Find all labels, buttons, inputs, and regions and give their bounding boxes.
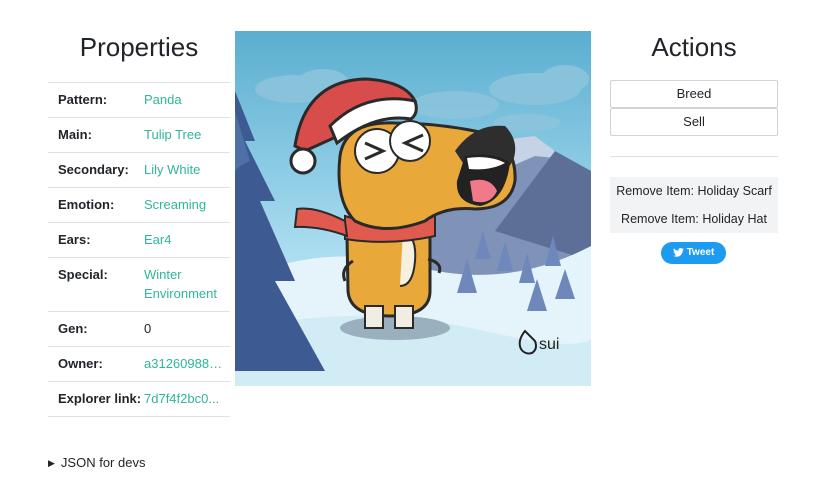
gen-value: 0 <box>144 311 230 347</box>
breed-button[interactable]: Breed <box>610 80 778 108</box>
table-row: Pattern: Panda <box>48 82 230 118</box>
twitter-bird-icon <box>672 248 684 257</box>
disclosure-triangle-icon: ▶ <box>48 458 55 468</box>
remove-holiday-scarf-button[interactable]: Remove Item: Holiday Scarf <box>610 177 778 205</box>
explorer-key: Explorer link: <box>48 381 144 417</box>
capybara-image: sui <box>235 31 591 386</box>
properties-title: Properties <box>79 32 199 62</box>
table-row: Main: Tulip Tree <box>48 117 230 153</box>
json-for-devs-label: JSON for devs <box>60 455 146 470</box>
sui-watermark: sui <box>539 336 559 353</box>
table-row: Gen: 0 <box>48 311 230 347</box>
owner-key: Owner: <box>48 346 144 382</box>
remove-holiday-hat-button[interactable]: Remove Item: Holiday Hat <box>610 205 778 233</box>
table-row: Owner: a312609888... <box>48 346 230 382</box>
explorer-link[interactable]: 7d7f4f2bc0... <box>144 389 224 408</box>
pattern-key: Pattern: <box>48 82 144 118</box>
special-key: Special: <box>48 257 144 312</box>
main-key: Main: <box>48 117 144 153</box>
main-link[interactable]: Tulip Tree <box>144 117 230 153</box>
properties-panel: Properties Pattern: Panda Main: Tulip Tr… <box>48 28 230 417</box>
emotion-link[interactable]: Screaming <box>144 187 230 223</box>
table-row: Ears: Ear4 <box>48 222 230 258</box>
actions-panel: Actions Breed Sell Remove Item: Holiday … <box>610 28 778 264</box>
emotion-key: Emotion: <box>48 187 144 223</box>
table-row: Emotion: Screaming <box>48 187 230 223</box>
tweet-label: Tweet <box>686 247 715 258</box>
secondary-link[interactable]: Lily White <box>144 152 230 188</box>
divider <box>610 156 778 157</box>
json-for-devs-toggle[interactable]: ▶ JSON for devs <box>48 455 145 470</box>
secondary-key: Secondary: <box>48 152 144 188</box>
table-row: Secondary: Lily White <box>48 152 230 188</box>
gen-key: Gen: <box>48 311 144 347</box>
special-link[interactable]: Winter Environment <box>144 257 230 312</box>
ears-link[interactable]: Ear4 <box>144 222 230 258</box>
explorer-cell: 7d7f4f2bc0... <box>144 381 230 417</box>
ears-key: Ears: <box>48 222 144 258</box>
table-row: Explorer link: 7d7f4f2bc0... <box>48 381 230 417</box>
table-row: Special: Winter Environment <box>48 257 230 312</box>
properties-table: Pattern: Panda Main: Tulip Tree Secondar… <box>48 82 230 417</box>
actions-title: Actions <box>651 32 737 62</box>
capybara-illustration: sui <box>235 31 591 386</box>
owner-link[interactable]: a312609888... <box>144 354 224 373</box>
sell-button[interactable]: Sell <box>610 108 778 136</box>
owner-cell: a312609888... <box>144 346 230 382</box>
pattern-link[interactable]: Panda <box>144 82 230 118</box>
remove-items-list: Remove Item: Holiday Scarf Remove Item: … <box>610 177 778 233</box>
tweet-button[interactable]: Tweet <box>661 242 726 264</box>
